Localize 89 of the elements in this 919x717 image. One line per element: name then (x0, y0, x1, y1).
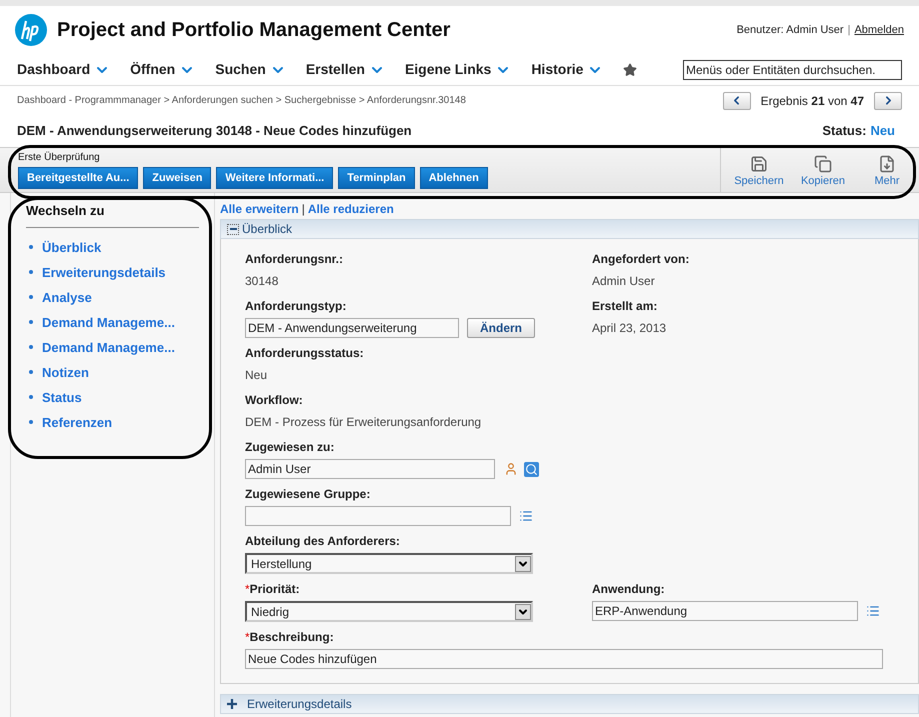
sidebar-link[interactable]: Erweiterungsdetails (42, 264, 166, 280)
sidebar-link[interactable]: Demand Manageme... (42, 338, 175, 356)
workflow-button[interactable]: Ablehnen (420, 167, 488, 189)
sidebar-link[interactable]: Demand Manageme... (42, 314, 175, 330)
search-field[interactable]: Menüs oder Entitäten durchsuchen. (683, 60, 902, 80)
required-mark: * (245, 629, 250, 645)
toolbar-action[interactable]: Mehr (855, 148, 919, 192)
workflow-button[interactable]: Bereitgestellte Au... (18, 167, 138, 189)
workflow-button[interactable]: Weitere Informati... (216, 167, 334, 189)
input-field[interactable]: Neue Codes hinzufügen (245, 649, 883, 669)
logout-link[interactable]: Abmelden (854, 22, 904, 38)
expand-all-link[interactable]: Alle erweitern (220, 200, 299, 218)
sidebar-link[interactable]: Überblick (42, 238, 102, 256)
separator-text: | (848, 22, 850, 38)
field-label: Anwendung: (592, 581, 665, 597)
collapse-all-link[interactable]: Alle reduzieren (308, 200, 394, 218)
field-value: 30148 (245, 273, 280, 290)
nav-menu[interactable]: Historie (531, 59, 604, 80)
copy-icon (814, 154, 832, 172)
user-label: Benutzer: Admin User (736, 22, 844, 38)
star-icon[interactable] (623, 62, 638, 76)
collapse-icon (227, 224, 239, 234)
field-label: Zugewiesen zu: (245, 439, 334, 455)
plus-icon (227, 699, 237, 709)
save-icon (750, 154, 768, 172)
bullet-icon (29, 370, 33, 374)
status-label: Status: (822, 122, 866, 140)
previous-button[interactable] (722, 92, 751, 110)
workflow-button[interactable]: Zuweisen (143, 167, 212, 189)
document-icon (878, 154, 896, 172)
field-label: Anforderungsstatus: (245, 345, 364, 361)
select-field[interactable]: Niedrig (245, 601, 533, 622)
field-label: Beschreibung: (250, 629, 334, 645)
field-label: Angefordert von: (592, 251, 690, 267)
toolbar-action[interactable]: Kopieren (791, 148, 855, 192)
input-field[interactable]: ERP-Anwendung (592, 601, 858, 621)
change-button[interactable]: Ändern (467, 318, 535, 338)
field-label: Zugewiesene Gruppe: (245, 486, 370, 502)
nav-menu[interactable]: Dashboard (17, 59, 110, 80)
field-value: DEM - Prozess für Erweiterungsanforderung (245, 414, 482, 431)
field-value: Admin User (592, 273, 656, 290)
required-mark: * (245, 581, 250, 597)
section-title: Überblick (242, 221, 292, 238)
field-label: Priorität: (250, 581, 300, 597)
input-field[interactable]: Admin User (245, 459, 495, 479)
input-field[interactable] (245, 506, 511, 526)
status-value: Neu (870, 122, 895, 140)
nav-menu[interactable]: Öffnen (130, 59, 196, 80)
result-counter: Ergebnis 21 von 47 (760, 92, 864, 110)
section-header[interactable]: Überblick (220, 219, 919, 239)
app-title: Project and Portfolio Management Center (57, 18, 450, 43)
separator-text: | (302, 201, 305, 218)
bullet-icon (29, 345, 33, 349)
bullet-icon (29, 395, 33, 399)
next-button[interactable] (874, 92, 902, 110)
bullet-icon (29, 420, 33, 424)
sidebar-link[interactable]: Analyse (42, 288, 92, 306)
logo-icon (15, 14, 47, 46)
step-label: Erste Überprüfung (18, 151, 101, 164)
search-icon[interactable] (524, 462, 539, 476)
sidebar-link[interactable]: Status (42, 388, 82, 406)
list-icon[interactable] (519, 509, 533, 523)
bullet-icon (29, 270, 33, 274)
select-field[interactable]: Herstellung (245, 553, 533, 574)
bullet-icon (29, 245, 33, 249)
field-label: Anforderungstyp: (245, 298, 346, 314)
input-field[interactable]: DEM - Anwendungserweiterung (245, 318, 459, 338)
field-label: Anforderungsnr.: (245, 251, 343, 267)
field-value: Neu (245, 367, 268, 384)
field-label: Erstellt am: (592, 298, 658, 314)
toolbar-action[interactable]: Speichern (727, 148, 791, 192)
section-title: Erweiterungsdetails (247, 696, 352, 713)
request-title: DEM - Anwendungserweiterung 30148 - Neue Codes hinzufügen (17, 122, 412, 140)
list-icon[interactable] (866, 604, 880, 618)
sidebar-link[interactable]: Referenzen (42, 414, 112, 430)
user-icon[interactable] (504, 462, 518, 476)
workflow-button[interactable]: Terminplan (338, 167, 415, 189)
field-label: Abteilung des Anforderers: (245, 533, 400, 549)
breadcrumb: Dashboard - Programmmanager > Anforderungen suchen > Suchergebnisse > Anforderungsnr.30148 (17, 94, 466, 108)
sidebar-link[interactable]: Notizen (42, 364, 89, 380)
section-header[interactable]: Erweiterungsdetails (220, 694, 919, 714)
sidebar-title: Wechseln zu (26, 201, 199, 228)
bullet-icon (29, 295, 33, 299)
nav-menu[interactable]: Eigene Links (404, 59, 512, 80)
nav-menu[interactable]: Suchen (215, 59, 286, 80)
field-value: April 23, 2013 (592, 320, 666, 337)
bullet-icon (29, 320, 33, 324)
field-label: Workflow: (245, 392, 303, 408)
nav-menu[interactable]: Erstellen (306, 59, 385, 80)
